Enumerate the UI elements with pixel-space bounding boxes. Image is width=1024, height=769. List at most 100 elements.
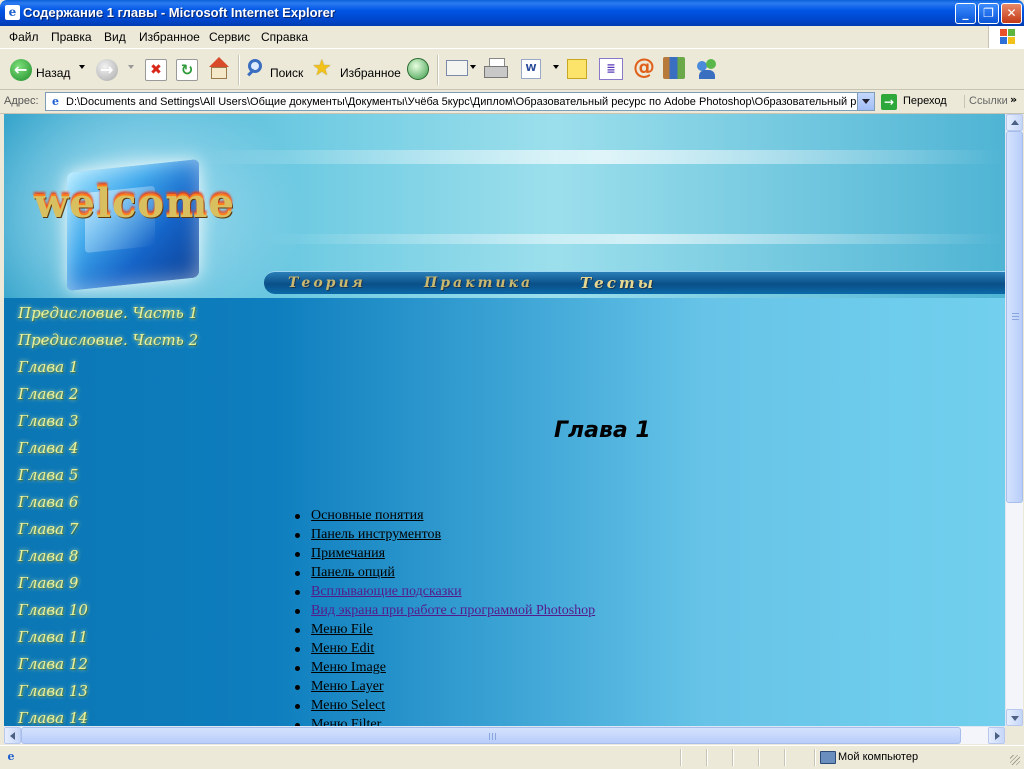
favorites-label: Избранное bbox=[340, 66, 401, 80]
sidebar-item-preface-2[interactable]: Предисловие. Часть 2 bbox=[18, 331, 198, 349]
sidebar-item-preface-1[interactable]: Предисловие. Часть 1 bbox=[18, 304, 198, 322]
toc-link[interactable]: Примечания bbox=[311, 544, 385, 563]
favorites-button[interactable]: ★ Избранное bbox=[310, 53, 401, 85]
history-button[interactable] bbox=[407, 58, 429, 80]
go-arrow-icon[interactable]: → bbox=[881, 94, 897, 110]
security-zone-label: Мой компьютер bbox=[838, 751, 919, 763]
bullet-icon bbox=[295, 666, 300, 671]
scroll-right-button[interactable] bbox=[988, 727, 1005, 744]
sidebar-item-chapter-10[interactable]: Глава 10 bbox=[18, 601, 88, 619]
vertical-scroll-thumb[interactable] bbox=[1006, 131, 1023, 503]
minimize-button[interactable]: _ bbox=[955, 3, 976, 24]
toc-link[interactable]: Всплывающие подсказки bbox=[311, 582, 462, 601]
menu-help[interactable]: Справка bbox=[261, 30, 308, 44]
forward-dropdown-icon[interactable] bbox=[128, 65, 134, 69]
discuss-button[interactable] bbox=[567, 59, 587, 79]
sidebar-item-chapter-5[interactable]: Глава 5 bbox=[18, 466, 78, 484]
windows-logo-icon bbox=[988, 26, 1024, 48]
sidebar-item-chapter-11[interactable]: Глава 11 bbox=[18, 628, 88, 646]
bullet-icon bbox=[295, 628, 300, 633]
toc-link[interactable]: Основные понятия bbox=[311, 506, 424, 525]
toc-link[interactable]: Меню Filter bbox=[311, 715, 381, 726]
links-chevron-icon[interactable]: » bbox=[1010, 93, 1017, 106]
search-button[interactable]: Поиск bbox=[244, 53, 304, 85]
toc-link[interactable]: Меню File bbox=[311, 620, 373, 639]
bullet-icon bbox=[295, 514, 300, 519]
messenger-button[interactable]: ≣ bbox=[599, 58, 623, 80]
sidebar-item-chapter-9[interactable]: Глава 9 bbox=[18, 574, 78, 592]
mail-at-icon[interactable]: @ bbox=[632, 56, 656, 80]
links-label[interactable]: Ссылки bbox=[964, 95, 1008, 108]
back-arrow-icon: ← bbox=[10, 59, 32, 81]
bullet-icon bbox=[295, 609, 300, 614]
home-button[interactable] bbox=[207, 57, 231, 81]
edit-button[interactable]: W bbox=[521, 59, 541, 79]
nav-practice[interactable]: Практика bbox=[424, 274, 533, 292]
refresh-button[interactable]: ↻ bbox=[176, 59, 198, 81]
bullet-icon bbox=[295, 571, 300, 576]
mail-dropdown-icon[interactable] bbox=[470, 65, 476, 69]
menu-favorites[interactable]: Избранное bbox=[139, 30, 200, 44]
stop-button[interactable]: ✖ bbox=[145, 59, 167, 81]
horizontal-scroll-thumb[interactable] bbox=[21, 727, 961, 744]
sidebar-item-chapter-6[interactable]: Глава 6 bbox=[18, 493, 78, 511]
address-label: Адрес: bbox=[4, 95, 39, 107]
toc-link[interactable]: Меню Select bbox=[311, 696, 385, 715]
sidebar-item-chapter-2[interactable]: Глава 2 bbox=[18, 385, 78, 403]
nav-theory[interactable]: Теория bbox=[288, 274, 366, 292]
top-nav: Теория Практика Тесты bbox=[264, 271, 1005, 294]
sidebar-item-chapter-8[interactable]: Глава 8 bbox=[18, 547, 78, 565]
edit-dropdown-icon[interactable] bbox=[553, 65, 559, 69]
address-dropdown-button[interactable] bbox=[857, 93, 874, 110]
toc-link[interactable]: Меню Edit bbox=[311, 639, 374, 658]
nav-tests[interactable]: Тесты bbox=[580, 274, 656, 292]
sidebar-item-chapter-4[interactable]: Глава 4 bbox=[18, 439, 78, 457]
close-button[interactable]: ✕ bbox=[1001, 3, 1022, 24]
sidebar-item-chapter-12[interactable]: Глава 12 bbox=[18, 655, 88, 673]
status-bar: e Мой компьютер bbox=[0, 745, 1024, 769]
toc-link[interactable]: Панель опций bbox=[311, 563, 395, 582]
window-title: Содержание 1 главы - Microsoft Internet … bbox=[23, 5, 335, 20]
menu-view[interactable]: Вид bbox=[104, 30, 126, 44]
back-dropdown-icon[interactable] bbox=[79, 65, 85, 69]
contacts-button[interactable] bbox=[695, 57, 719, 81]
ie-page-icon: e bbox=[5, 5, 20, 20]
vertical-scrollbar[interactable] bbox=[1005, 114, 1023, 726]
scroll-up-button[interactable] bbox=[1006, 114, 1023, 131]
sidebar-item-chapter-7[interactable]: Глава 7 bbox=[18, 520, 78, 538]
toc-link[interactable]: Панель инструментов bbox=[311, 525, 441, 544]
bullet-icon bbox=[295, 533, 300, 538]
print-button[interactable] bbox=[484, 58, 508, 80]
toc-link[interactable]: Меню Layer bbox=[311, 677, 384, 696]
sidebar-item-chapter-3[interactable]: Глава 3 bbox=[18, 412, 78, 430]
horizontal-scrollbar[interactable] bbox=[4, 726, 1005, 744]
search-label: Поиск bbox=[270, 66, 304, 80]
page-icon: e bbox=[52, 95, 59, 108]
go-button[interactable]: Переход bbox=[903, 95, 947, 108]
address-url[interactable]: D:\Documents and Settings\All Users\Общи… bbox=[66, 95, 856, 109]
bullet-icon bbox=[295, 590, 300, 595]
back-label: Назад bbox=[36, 66, 71, 80]
menu-tools[interactable]: Сервис bbox=[209, 30, 250, 44]
toc-link[interactable]: Вид экрана при работе с программой Photo… bbox=[311, 601, 595, 620]
research-button[interactable] bbox=[663, 57, 685, 79]
bullet-icon bbox=[295, 647, 300, 652]
scroll-left-button[interactable] bbox=[4, 727, 21, 744]
forward-button[interactable]: → bbox=[96, 59, 118, 81]
toc-link[interactable]: Меню Image bbox=[311, 658, 386, 677]
maximize-button[interactable]: ❐ bbox=[978, 3, 999, 24]
address-input[interactable]: e D:\Documents and Settings\All Users\Об… bbox=[45, 92, 875, 111]
menu-edit[interactable]: Правка bbox=[51, 30, 92, 44]
mail-button[interactable] bbox=[446, 60, 468, 76]
sidebar-item-chapter-13[interactable]: Глава 13 bbox=[18, 682, 88, 700]
scroll-down-button[interactable] bbox=[1006, 709, 1023, 726]
resize-grip-icon[interactable] bbox=[1010, 755, 1020, 765]
title-bar[interactable]: e Содержание 1 главы - Microsoft Interne… bbox=[0, 0, 1024, 26]
back-button[interactable]: ← Назад bbox=[6, 53, 88, 85]
toolbar: ← Назад → ✖ ↻ Поиск ★ Избранное W ≣ @ bbox=[0, 49, 1024, 90]
menu-file[interactable]: Файл bbox=[9, 30, 39, 44]
menu-bar: Файл Правка Вид Избранное Сервис Справка bbox=[0, 26, 1024, 49]
sidebar-item-chapter-1[interactable]: Глава 1 bbox=[18, 358, 78, 376]
sidebar-item-chapter-14[interactable]: Глава 14 bbox=[18, 709, 88, 726]
page-title: Глава 1 bbox=[554, 418, 651, 443]
